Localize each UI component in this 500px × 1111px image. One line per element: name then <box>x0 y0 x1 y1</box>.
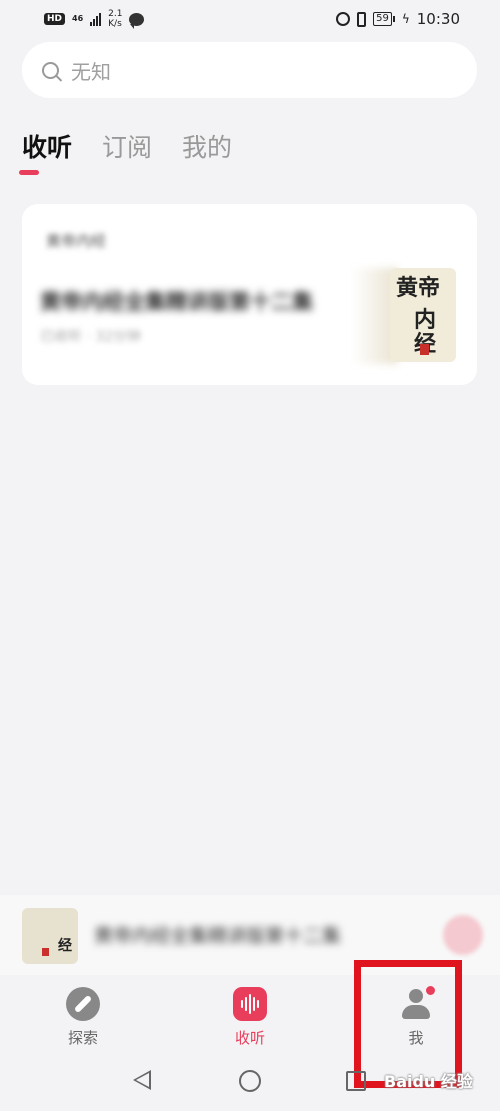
card-section-title: 黄帝内经 <box>46 232 107 250</box>
message-icon <box>129 12 145 29</box>
network-speed: 2.1 K/s <box>108 9 122 29</box>
cover-text-1: 黄帝 <box>396 275 441 301</box>
compass-icon <box>66 987 100 1021</box>
card-subtitle: 已收听 · 32分钟 <box>40 329 142 345</box>
back-button[interactable] <box>133 1070 151 1090</box>
recent-listen-card[interactable]: 黄帝内经 黄帝内经全集精讲版第十二集 已收听 · 32分钟 黄帝 内经 <box>22 204 477 385</box>
alarm-icon <box>336 12 351 26</box>
card-title[interactable]: 黄帝内经全集精讲版第十二集 <box>40 286 313 316</box>
tab-listen[interactable]: 收听 <box>22 128 72 164</box>
tab-mine[interactable]: 我的 <box>182 128 232 164</box>
charging-icon: ϟ <box>401 12 410 26</box>
home-button[interactable] <box>239 1070 261 1092</box>
tab-subscribe[interactable]: 订阅 <box>102 128 152 164</box>
sound-wave-icon <box>233 987 267 1021</box>
seal-stamp <box>420 344 429 355</box>
mini-player-cover[interactable]: 经 <box>22 908 78 964</box>
mini-seal-stamp <box>42 948 49 956</box>
status-bar: HD 46 2.1 K/s 59 ϟ 10:30 <box>0 0 500 38</box>
nav-explore[interactable]: 探索 <box>43 987 123 1048</box>
mini-player-title[interactable]: 黄帝内经全集精讲版第十二集 <box>94 921 341 948</box>
signal-icon <box>90 12 102 26</box>
clock: 10:30 <box>416 10 460 28</box>
recents-button[interactable] <box>346 1071 366 1091</box>
top-tabs: 收听 订阅 我的 <box>22 128 232 164</box>
play-button[interactable] <box>443 915 483 955</box>
status-right: 59 ϟ 10:30 <box>336 10 460 28</box>
album-cover[interactable]: 黄帝 内经 <box>390 268 456 362</box>
search-placeholder: 无知 <box>71 59 111 84</box>
battery-level: 59 <box>373 12 392 26</box>
tab-indicator <box>19 170 39 175</box>
network-type: 46 <box>72 14 84 23</box>
status-left: HD 46 2.1 K/s <box>44 9 145 29</box>
speed-unit: K/s <box>108 19 122 29</box>
search-icon <box>42 61 59 79</box>
nav-listen[interactable]: 收听 <box>210 987 290 1048</box>
mini-cover-text: 经 <box>58 938 72 954</box>
vibrate-icon <box>357 11 367 27</box>
nav-listen-label: 收听 <box>234 1029 265 1047</box>
battery-icon: 59 <box>373 12 395 26</box>
hd-badge: HD <box>44 13 66 25</box>
search-bar[interactable]: 无知 <box>22 42 477 98</box>
speed-value: 2.1 <box>108 9 123 19</box>
nav-explore-label: 探索 <box>67 1029 98 1047</box>
watermark: Baidu 经验 <box>384 1072 473 1091</box>
